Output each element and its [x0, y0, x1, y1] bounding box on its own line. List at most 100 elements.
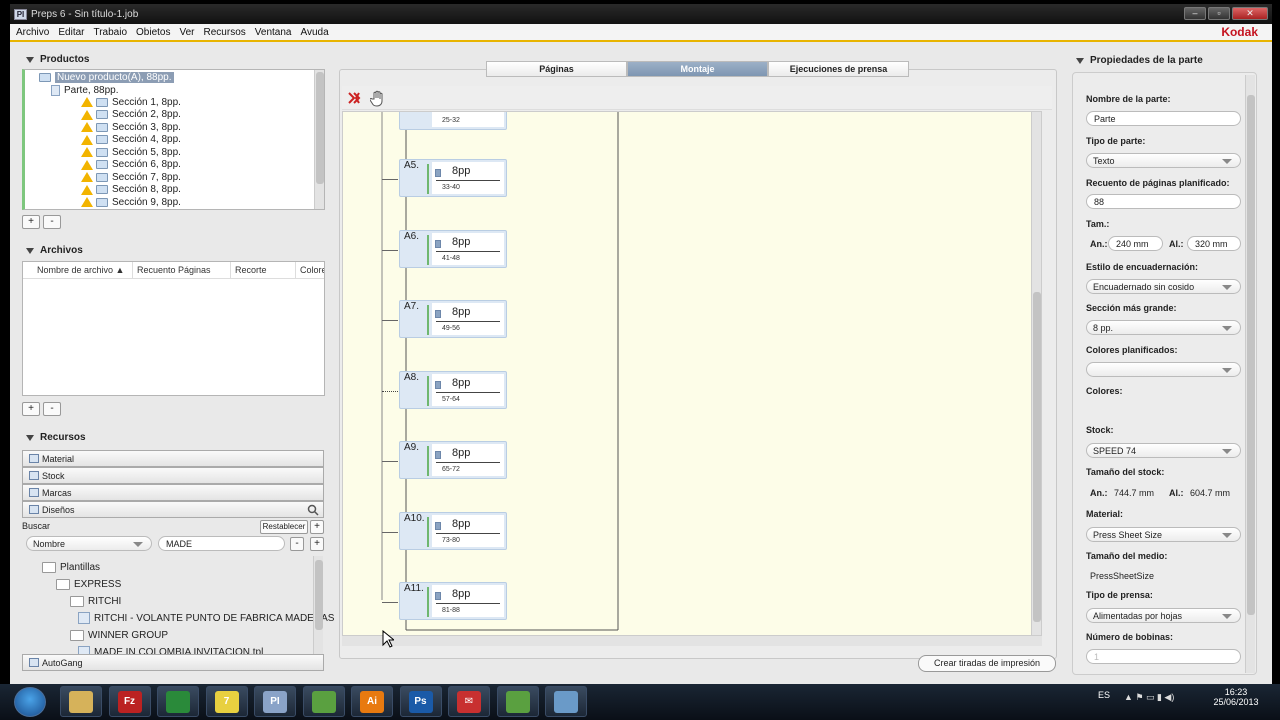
- search-icon[interactable]: [307, 504, 319, 516]
- tree-section-item[interactable]: Sección 4, 8pp.: [81, 134, 181, 146]
- seccion-select[interactable]: 8 pp.: [1086, 320, 1241, 335]
- tree-section-item[interactable]: Sección 6, 8pp.: [81, 159, 181, 171]
- taskbar-app-chrome[interactable]: [157, 686, 199, 717]
- search-input[interactable]: MADE: [158, 536, 285, 551]
- montaje-canvas[interactable]: 25-32 A5. 8pp 33-40 A6. 8pp 41-48 A7. 8pp 49-56 A…: [342, 111, 1042, 636]
- al-input[interactable]: 320 mm: [1187, 236, 1241, 251]
- tree-section-item[interactable]: Sección 8, 8pp.: [81, 184, 181, 196]
- tab-ejecuciones[interactable]: Ejecuciones de prensa: [768, 61, 909, 77]
- tree-section-item[interactable]: Sección 7, 8pp.: [81, 171, 181, 183]
- montaje-node[interactable]: A9. 8pp 65-72: [399, 441, 507, 479]
- collapse-all-icon[interactable]: [346, 90, 364, 106]
- props-scrollbar[interactable]: [1245, 75, 1255, 673]
- start-button[interactable]: [14, 687, 46, 717]
- recursos-tree-item[interactable]: Plantillas: [42, 561, 100, 573]
- tree-part[interactable]: Parte, 88pp.: [51, 84, 118, 96]
- montaje-node[interactable]: A7. 8pp 49-56: [399, 300, 507, 338]
- recursos-tree-item[interactable]: WINNER GROUP: [70, 629, 168, 641]
- productos-scrollbar[interactable]: [314, 70, 324, 209]
- canvas-v-scrollbar[interactable]: [1031, 112, 1041, 635]
- col-colores[interactable]: Colore: [296, 262, 324, 278]
- tree-section-item[interactable]: Sección 5, 8pp.: [81, 146, 181, 158]
- tab-paginas[interactable]: Páginas: [486, 61, 627, 77]
- montaje-node[interactable]: A5. 8pp 33-40: [399, 159, 507, 197]
- scroll-thumb[interactable]: [315, 560, 323, 630]
- recursos-tree-item[interactable]: RITCHI: [70, 595, 121, 607]
- archivos-remove-button[interactable]: -: [43, 402, 61, 416]
- recursos-tree-item[interactable]: EXPRESS: [56, 578, 121, 590]
- taskbar-app-app[interactable]: [496, 686, 539, 717]
- minimize-button[interactable]: –: [1184, 7, 1206, 20]
- montaje-node[interactable]: A11. 8pp 81-88: [399, 582, 507, 620]
- language-indicator[interactable]: ES: [1098, 690, 1110, 700]
- an-input[interactable]: 240 mm: [1108, 236, 1163, 251]
- buscar-plus-button[interactable]: +: [310, 520, 324, 534]
- recursos-tab-stock[interactable]: Stock: [22, 467, 324, 484]
- search-plus-button[interactable]: +: [310, 537, 324, 551]
- taskbar-app-photoshop[interactable]: Ps: [399, 686, 442, 717]
- menu-ver[interactable]: Ver: [180, 27, 195, 38]
- productos-header[interactable]: Productos: [26, 54, 89, 65]
- estilo-select[interactable]: Encuadernado sin cosido: [1086, 279, 1241, 294]
- recursos-tab-disenos[interactable]: Diseños: [22, 501, 324, 518]
- taskbar-app-mail[interactable]: ✉: [448, 686, 490, 717]
- bobinas-input[interactable]: 1: [1086, 649, 1241, 664]
- recursos-tree-item[interactable]: RITCHI - VOLANTE PUNTO DE FABRICA MADERA…: [78, 612, 334, 624]
- recursos-scrollbar[interactable]: [313, 556, 323, 656]
- prensa-select[interactable]: Alimentadas por hojas: [1086, 608, 1241, 623]
- scroll-thumb[interactable]: [1033, 292, 1041, 622]
- scroll-thumb[interactable]: [316, 72, 324, 184]
- tree-section-item[interactable]: Sección 1, 8pp.: [81, 96, 181, 108]
- archivos-add-button[interactable]: +: [22, 402, 40, 416]
- recursos-header[interactable]: Recursos: [26, 432, 86, 443]
- menu-ventana[interactable]: Ventana: [255, 27, 292, 38]
- col-recorte[interactable]: Recorte: [231, 262, 296, 278]
- tab-montaje[interactable]: Montaje: [627, 61, 768, 77]
- canvas-h-scrollbar[interactable]: [342, 636, 1042, 646]
- productos-remove-button[interactable]: -: [43, 215, 61, 229]
- taskbar-app-illustrator[interactable]: Ai: [351, 686, 393, 717]
- crear-tiradas-button[interactable]: Crear tiradas de impresión: [918, 655, 1056, 672]
- recuento-input[interactable]: 88: [1086, 194, 1241, 209]
- hand-tool-icon[interactable]: [370, 89, 386, 107]
- productos-add-button[interactable]: +: [22, 215, 40, 229]
- node-top-partial[interactable]: 25-32: [399, 112, 507, 130]
- recursos-tab-marcas[interactable]: Marcas: [22, 484, 324, 501]
- tree-section-item[interactable]: Sección 2, 8pp.: [81, 109, 181, 121]
- taskbar-app-preps[interactable]: PI: [254, 686, 296, 717]
- tray-icons[interactable]: ▲ ⚑ ▭ ▮ ◀): [1124, 692, 1174, 703]
- tree-root-product[interactable]: Nuevo producto(A), 88pp.: [39, 71, 174, 83]
- restablecer-button[interactable]: Restablecer: [260, 520, 308, 534]
- nombre-input[interactable]: Parte: [1086, 111, 1241, 126]
- tree-section-item[interactable]: Sección 9, 8pp.: [81, 196, 181, 208]
- montaje-node[interactable]: A6. 8pp 41-48: [399, 229, 507, 268]
- search-minus-button[interactable]: -: [290, 537, 304, 551]
- stock-select[interactable]: SPEED 74: [1086, 443, 1241, 458]
- taskbar-app-files[interactable]: [545, 686, 587, 717]
- menu-objetos[interactable]: Obietos: [136, 27, 170, 38]
- search-field-select[interactable]: Nombre: [26, 536, 152, 551]
- archivos-header[interactable]: Archivos: [26, 245, 83, 256]
- menu-editar[interactable]: Editar: [58, 27, 84, 38]
- menu-recursos[interactable]: Recursos: [204, 27, 246, 38]
- montaje-node[interactable]: A8. 8pp 57-64: [399, 370, 507, 409]
- tree-section-item[interactable]: Sección 3, 8pp.: [81, 121, 181, 133]
- taskbar-app-explorer[interactable]: [60, 686, 102, 717]
- taskbar-app-notepad[interactable]: 7: [205, 686, 248, 717]
- colores-plan-select[interactable]: [1086, 362, 1241, 377]
- maximize-button[interactable]: ▫: [1208, 7, 1230, 20]
- clock[interactable]: 16:23 25/06/2013: [1206, 687, 1266, 707]
- menu-ayuda[interactable]: Avuda: [300, 27, 328, 38]
- taskbar-app-app[interactable]: [302, 686, 345, 717]
- tipo-select[interactable]: Texto: [1086, 153, 1241, 168]
- menu-trabajo[interactable]: Trabaio: [93, 27, 127, 38]
- recursos-tab-material[interactable]: Material: [22, 450, 324, 467]
- scroll-thumb[interactable]: [1247, 95, 1255, 615]
- material-select[interactable]: Press Sheet Size: [1086, 527, 1241, 542]
- close-button[interactable]: ✕: [1232, 7, 1268, 20]
- menu-archivo[interactable]: Archivo: [16, 27, 49, 38]
- col-nombre-archivo[interactable]: Nombre de archivo ▲: [33, 262, 133, 278]
- taskbar-app-filezilla[interactable]: Fz: [108, 686, 151, 717]
- props-header[interactable]: Propiedades de la parte: [1076, 55, 1203, 66]
- autogang-tab[interactable]: AutoGang: [22, 654, 324, 671]
